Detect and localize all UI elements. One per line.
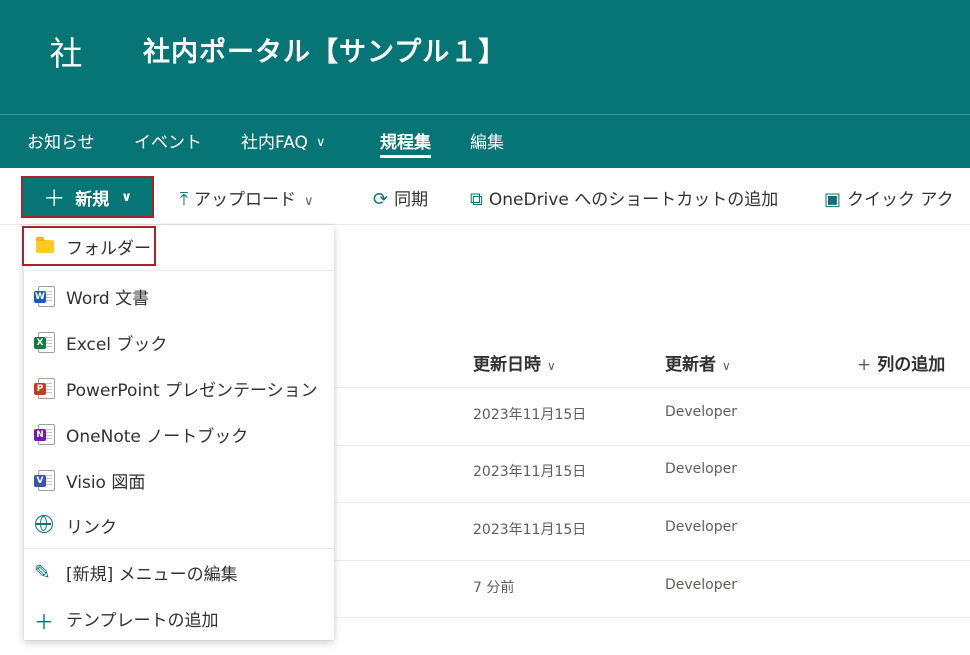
shortcut-icon: ⧉ [470,189,483,210]
cell-modified-by[interactable]: Developer [665,577,737,593]
plus-icon: ＋ [34,610,54,634]
menu-item-link[interactable]: リンク [24,505,334,545]
row-divider [335,445,970,446]
sync-button[interactable]: ⟳ 同期 [373,185,428,210]
row-divider [335,502,970,503]
site-header: 社 社内ポータル【サンプル１】 お知らせ イベント 社内FAQ ∨ 規程集 編集 [0,0,970,168]
active-nav-indicator [380,155,431,158]
plus-icon: + [857,355,872,375]
cell-modified: 2023年11月15日 [473,522,587,538]
chevron-down-icon: ∨ [547,359,556,373]
cell-modified: 2023年11月15日 [473,407,587,423]
chevron-down-icon: ∨ [303,194,314,209]
onenote-icon: N [34,423,56,445]
site-navigation: お知らせ イベント 社内FAQ ∨ 規程集 編集 [0,115,970,168]
new-menu: フォルダー W Word 文書 X Excel ブック P PowerPoint… [22,225,334,640]
add-onedrive-shortcut-button[interactable]: ⧉ OneDrive へのショートカットの追加 [470,185,778,210]
cell-modified-by[interactable]: Developer [665,461,737,477]
nav-item-regulations[interactable]: 規程集 [380,128,431,158]
cell-modified: 2023年11月15日 [473,464,587,480]
cell-modified-by[interactable]: Developer [665,404,737,420]
nav-item-edit[interactable]: 編集 [470,128,504,153]
add-column-button[interactable]: + 列の追加 [857,350,945,375]
nav-item-faq[interactable]: 社内FAQ ∨ [241,128,325,153]
quick-action-button[interactable]: ▣ クイック アク [824,185,954,210]
new-button[interactable]: ＋ 新規 ∨ [21,176,154,218]
chevron-down-icon: ∨ [722,359,731,373]
menu-item-edit-new-menu[interactable]: ✎ [新規] メニューの編集 [24,552,334,592]
word-icon: W [34,285,56,307]
nav-item-news[interactable]: お知らせ [27,128,95,153]
site-title[interactable]: 社内ポータル【サンプル１】 [143,30,506,69]
menu-item-excel[interactable]: X Excel ブック [24,322,334,362]
folder-icon [34,235,56,257]
sync-icon: ⟳ [373,189,389,210]
row-divider [335,560,970,561]
pencil-icon: ✎ [34,560,51,584]
visio-icon: V [34,469,56,491]
menu-item-word[interactable]: W Word 文書 [24,276,334,316]
menu-divider [24,548,334,549]
cell-modified: 7 分前 [473,580,515,596]
nav-item-events[interactable]: イベント [134,128,202,153]
upload-button[interactable]: ⤒ アップロード ∨ [180,185,313,210]
site-logo[interactable]: 社 [44,32,88,76]
quick-action-icon: ▣ [824,189,842,210]
menu-item-powerpoint[interactable]: P PowerPoint プレゼンテーション [24,368,334,408]
menu-divider [24,270,334,271]
menu-item-visio[interactable]: V Visio 図面 [24,460,334,500]
menu-item-add-template[interactable]: ＋ テンプレートの追加 [24,598,334,638]
menu-item-folder[interactable]: フォルダー [22,226,156,266]
plus-icon: ＋ [43,187,66,212]
row-divider [335,617,970,618]
excel-icon: X [34,331,56,353]
column-header-modified[interactable]: 更新日時 ∨ [473,350,556,375]
upload-icon: ⤒ [180,189,188,210]
chevron-down-icon: ∨ [121,189,132,205]
globe-icon [34,514,56,536]
column-header-modified-by[interactable]: 更新者 ∨ [665,350,731,375]
table-divider [335,387,970,388]
chevron-down-icon: ∨ [315,135,326,150]
cell-modified-by[interactable]: Developer [665,519,737,535]
menu-item-onenote[interactable]: N OneNote ノートブック [24,414,334,454]
powerpoint-icon: P [34,377,56,399]
